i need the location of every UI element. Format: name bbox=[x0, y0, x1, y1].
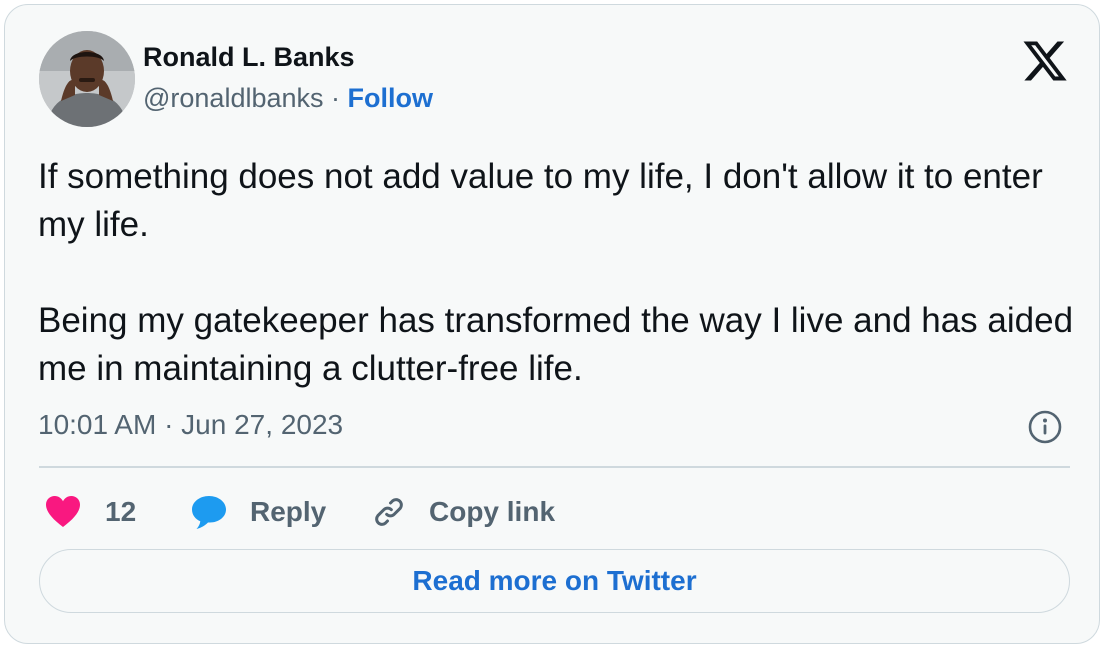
follow-button[interactable]: Follow bbox=[348, 83, 433, 113]
tweet-text: If something does not add value to my li… bbox=[38, 153, 1078, 393]
avatar[interactable] bbox=[39, 31, 135, 127]
like-count: 12 bbox=[105, 496, 137, 527]
reply-button[interactable]: Reply bbox=[190, 491, 326, 533]
speech-bubble-icon bbox=[192, 496, 226, 529]
like-button[interactable]: 12 bbox=[45, 491, 136, 533]
handle-separator: · bbox=[331, 83, 341, 113]
author-handle[interactable]: @ronaldlbanks bbox=[143, 83, 324, 113]
tweet-paragraph: Being my gatekeeper has transformed the … bbox=[38, 301, 1074, 388]
link-icon bbox=[375, 498, 403, 526]
reply-label: Reply bbox=[250, 496, 327, 527]
tweet-paragraph: If something does not add value to my li… bbox=[38, 157, 1043, 244]
info-icon[interactable] bbox=[1026, 408, 1064, 446]
tweet-card: Ronald L. Banks @ronaldlbanks · Follow I… bbox=[4, 4, 1100, 644]
heart-icon bbox=[46, 496, 80, 527]
author-handle-line: @ronaldlbanks · Follow bbox=[143, 83, 433, 114]
avatar-photo bbox=[39, 31, 135, 127]
x-logo-icon[interactable] bbox=[1021, 37, 1069, 85]
read-more-button[interactable]: Read more on Twitter bbox=[39, 549, 1070, 613]
divider bbox=[39, 466, 1070, 468]
copy-link-label: Copy link bbox=[429, 496, 556, 527]
copy-link-button[interactable]: Copy link bbox=[369, 491, 555, 533]
author-name[interactable]: Ronald L. Banks bbox=[143, 42, 355, 73]
tweet-timestamp[interactable]: 10:01 AM · Jun 27, 2023 bbox=[38, 409, 343, 441]
